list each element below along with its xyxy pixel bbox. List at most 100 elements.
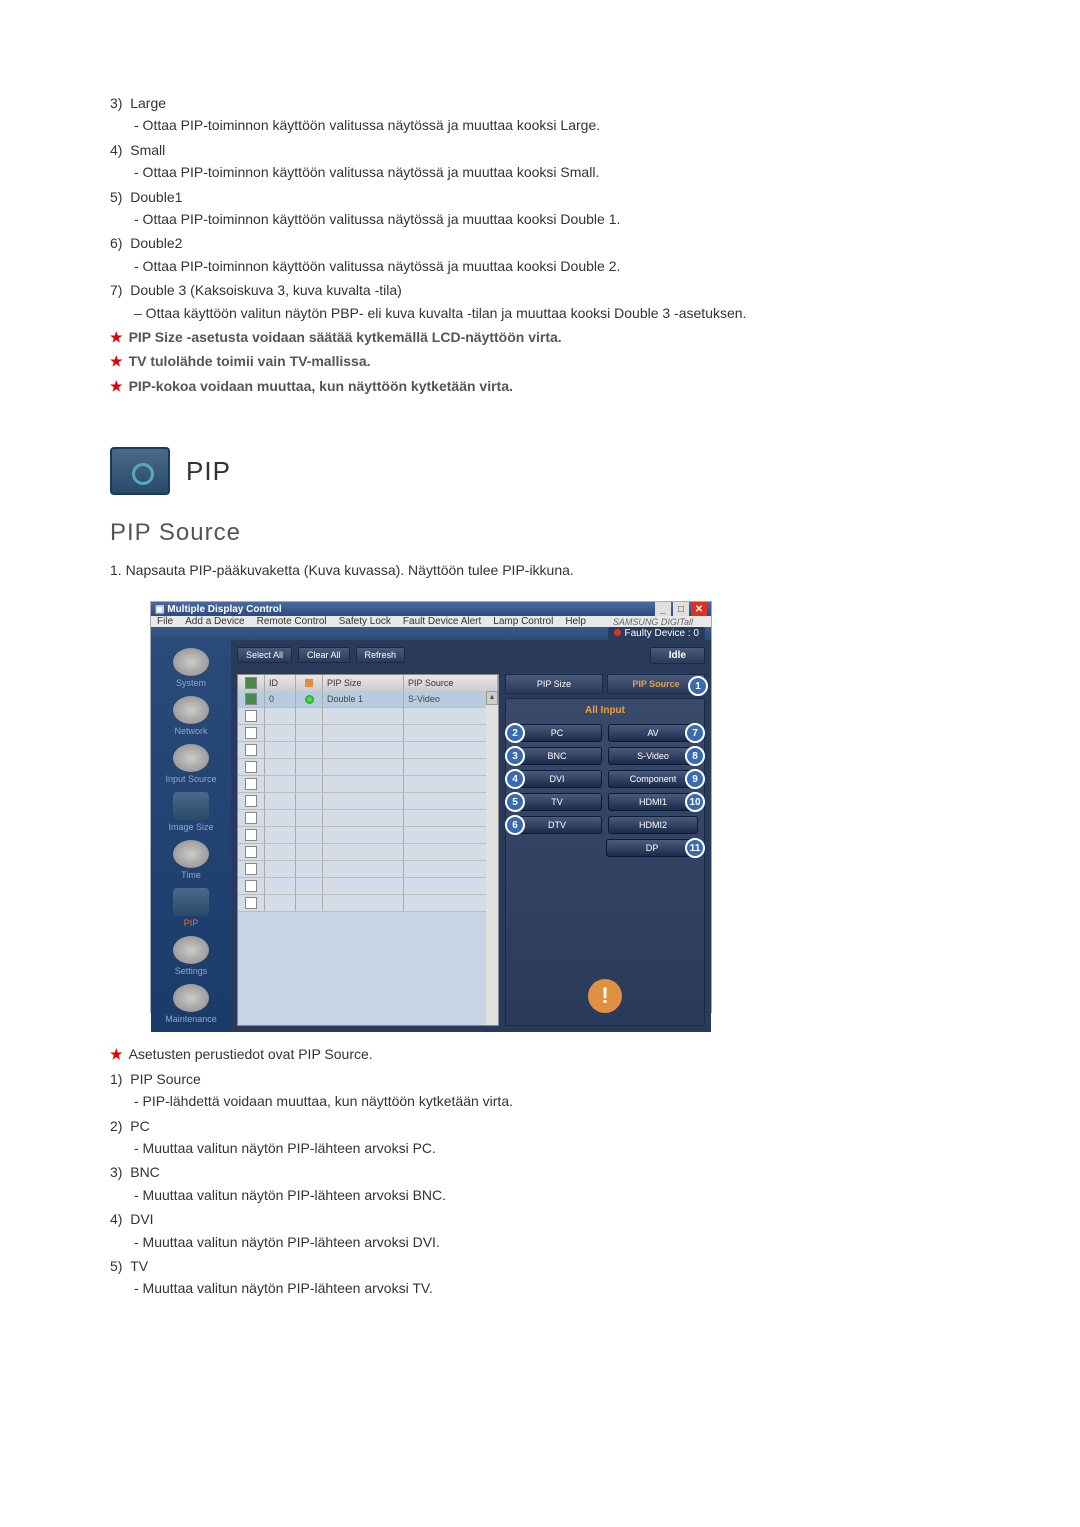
row-checkbox[interactable] [245, 778, 257, 790]
table-row[interactable] [238, 759, 498, 776]
sidebar-item-image-size[interactable]: Image Size [156, 792, 226, 832]
window-title: Multiple Display Control [167, 604, 281, 615]
system-icon [173, 648, 209, 676]
list-item: 3) BNC- Muuttaa valitun näytön PIP-lähte… [110, 1161, 970, 1206]
menu-help[interactable]: Help [565, 616, 586, 627]
list-item: 7) Double 3 (Kaksoiskuva 3, kuva kuvalta… [110, 279, 970, 324]
menu-remote-control[interactable]: Remote Control [257, 616, 327, 627]
pip-section-icon [110, 447, 170, 495]
row-checkbox[interactable] [245, 710, 257, 722]
dtv-button[interactable]: DTV6 [512, 816, 602, 834]
row-checkbox[interactable] [245, 744, 257, 756]
row-checkbox[interactable] [245, 829, 257, 841]
col-pip-source[interactable]: PIP Source [404, 675, 498, 691]
status-dot-icon [614, 629, 621, 636]
warning-icon: ! [588, 979, 622, 1013]
table-row[interactable] [238, 708, 498, 725]
component-button[interactable]: Component9 [608, 770, 698, 788]
pip-panel: PIP Size PIP Source1 All Input PC2 AV7 B… [505, 674, 705, 1026]
star-icon: ★ [110, 353, 123, 369]
star-icon: ★ [110, 329, 123, 345]
table-row[interactable] [238, 810, 498, 827]
table-header: ID PIP Size PIP Source [238, 675, 498, 691]
sidebar-item-pip[interactable]: PIP [156, 888, 226, 928]
table-row[interactable] [238, 725, 498, 742]
menu-fault-alert[interactable]: Fault Device Alert [403, 616, 481, 627]
sidebar-item-time[interactable]: Time [156, 840, 226, 880]
menu-lamp-control[interactable]: Lamp Control [493, 616, 553, 627]
menu-file[interactable]: File [157, 616, 173, 627]
all-input-label: All Input [512, 705, 698, 716]
maximize-icon[interactable]: □ [673, 602, 689, 616]
callout-8: 8 [685, 746, 705, 766]
titlebar[interactable]: ▣ Multiple Display Control _ □ ✕ [151, 602, 711, 616]
sidebar-item-input-source[interactable]: Input Source [156, 744, 226, 784]
row-checkbox[interactable] [245, 693, 257, 705]
time-icon [173, 840, 209, 868]
menu-add-device[interactable]: Add a Device [185, 616, 244, 627]
header-checkbox[interactable] [245, 677, 257, 689]
hdmi2-button[interactable]: HDMI2 [608, 816, 698, 834]
sidebar-item-system[interactable]: System [156, 648, 226, 688]
callout-4: 4 [505, 769, 525, 789]
note: ★Asetusten perustiedot ovat PIP Source. [110, 1043, 970, 1065]
table-row[interactable]: 0 Double 1 S-Video [238, 691, 498, 708]
av-button[interactable]: AV7 [608, 724, 698, 742]
row-checkbox[interactable] [245, 727, 257, 739]
tab-pip-source[interactable]: PIP Source1 [607, 674, 705, 694]
row-checkbox[interactable] [245, 795, 257, 807]
table-row[interactable] [238, 742, 498, 759]
callout-5: 5 [505, 792, 525, 812]
svideo-button[interactable]: S-Video8 [608, 747, 698, 765]
row-checkbox[interactable] [245, 812, 257, 824]
status-ok-icon [305, 695, 314, 704]
note: ★PIP Size -asetusta voidaan säätää kytke… [110, 326, 970, 348]
callout-11: 11 [685, 838, 705, 858]
row-checkbox[interactable] [245, 863, 257, 875]
row-checkbox[interactable] [245, 761, 257, 773]
menu-safety-lock[interactable]: Safety Lock [339, 616, 391, 627]
table-row[interactable] [238, 895, 498, 912]
hdmi1-button[interactable]: HDMI110 [608, 793, 698, 811]
table-row[interactable] [238, 861, 498, 878]
dp-button[interactable]: DP11 [606, 839, 698, 857]
refresh-button[interactable]: Refresh [356, 647, 406, 663]
table-row[interactable] [238, 776, 498, 793]
list-item: 2) PC- Muuttaa valitun näytön PIP-lähtee… [110, 1115, 970, 1160]
idle-button[interactable]: Idle [650, 647, 705, 664]
tab-pip-size[interactable]: PIP Size [505, 674, 603, 694]
scrollbar[interactable]: ▴ [486, 691, 498, 1025]
scroll-up-icon[interactable]: ▴ [486, 691, 498, 705]
row-checkbox[interactable] [245, 880, 257, 892]
table-row[interactable] [238, 793, 498, 810]
image-size-icon [173, 792, 209, 820]
callout-10: 10 [685, 792, 705, 812]
star-icon: ★ [110, 1046, 123, 1062]
bnc-button[interactable]: BNC3 [512, 747, 602, 765]
star-icon: ★ [110, 378, 123, 394]
row-checkbox[interactable] [245, 846, 257, 858]
callout-9: 9 [685, 769, 705, 789]
sidebar-item-maintenance[interactable]: Maintenance [156, 984, 226, 1024]
col-pip-size[interactable]: PIP Size [323, 675, 404, 691]
faulty-device-badge[interactable]: Faulty Device : 0 [608, 627, 705, 640]
minimize-icon[interactable]: _ [655, 602, 671, 616]
dvi-button[interactable]: DVI4 [512, 770, 602, 788]
close-icon[interactable]: ✕ [691, 602, 707, 616]
table-row[interactable] [238, 878, 498, 895]
pc-button[interactable]: PC2 [512, 724, 602, 742]
clear-all-button[interactable]: Clear All [298, 647, 350, 663]
pip-icon [173, 888, 209, 916]
select-all-button[interactable]: Select All [237, 647, 292, 663]
row-checkbox[interactable] [245, 897, 257, 909]
tv-button[interactable]: TV5 [512, 793, 602, 811]
sidebar-item-network[interactable]: Network [156, 696, 226, 736]
callout-3: 3 [505, 746, 525, 766]
intro-text: 1. Napsauta PIP-pääkuvaketta (Kuva kuvas… [110, 559, 970, 581]
table-row[interactable] [238, 827, 498, 844]
table-row[interactable] [238, 844, 498, 861]
col-id[interactable]: ID [265, 675, 296, 691]
note: ★TV tulolähde toimii vain TV-mallissa. [110, 350, 970, 372]
sidebar-item-settings[interactable]: Settings [156, 936, 226, 976]
list-item: 5) TV- Muuttaa valitun näytön PIP-lähtee… [110, 1255, 970, 1300]
